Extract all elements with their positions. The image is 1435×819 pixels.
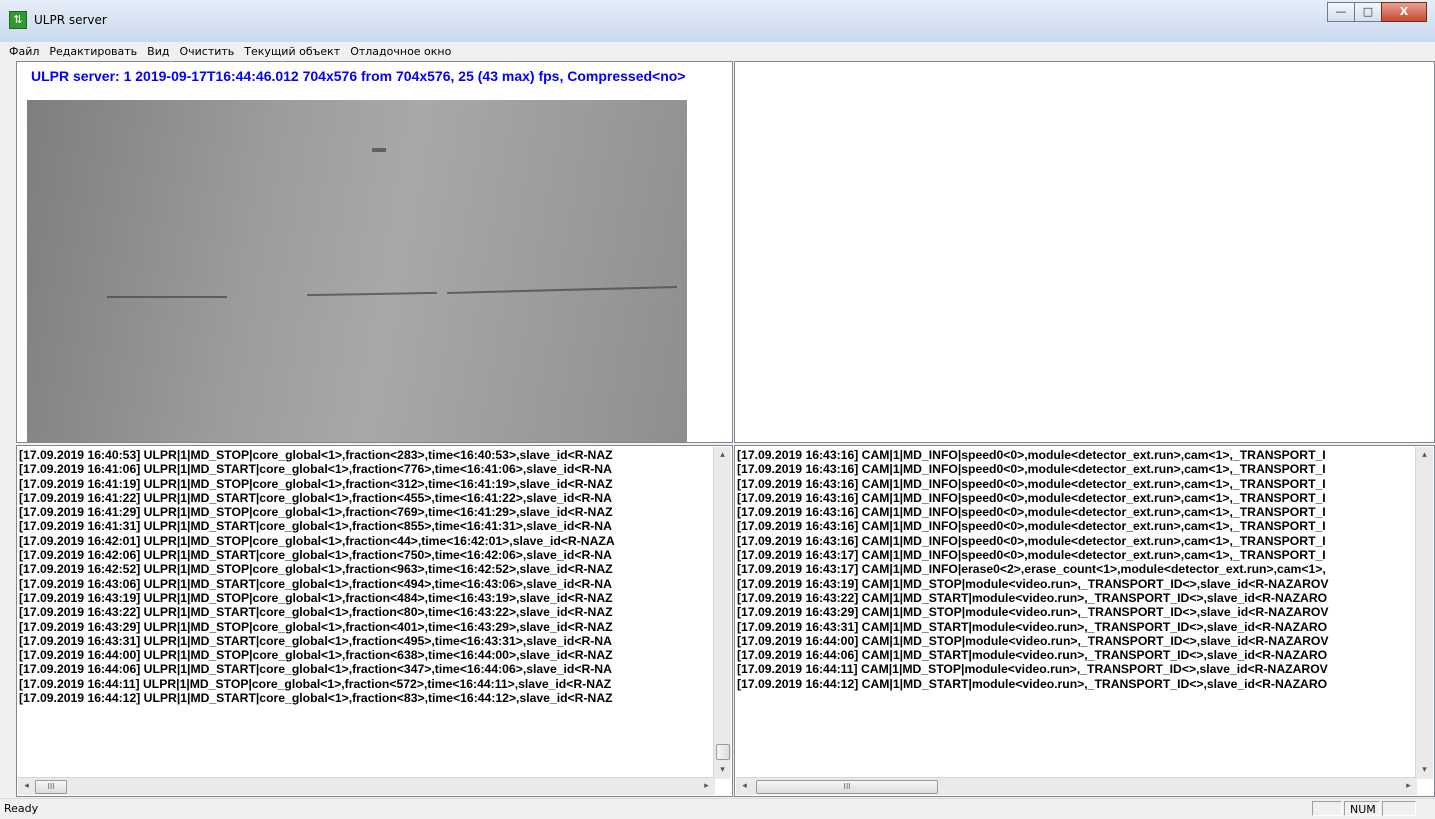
menu-bar: Файл Редактировать Вид Очистить Текущий … (0, 42, 1435, 60)
log-line: [17.09.2019 16:44:12] ULPR|1|MD_START|co… (19, 691, 613, 706)
log-line: [17.09.2019 16:44:11] ULPR|1|MD_STOP|cor… (19, 676, 612, 691)
log-line: [17.09.2019 16:44:12] CAM|1|MD_START|mod… (737, 676, 1328, 691)
scroll-up-arrow[interactable]: ▴ (1416, 447, 1433, 464)
road-crack (447, 285, 677, 295)
log-line: [17.09.2019 16:43:16] CAM|1|MD_INFO|spee… (737, 519, 1326, 534)
cam-log-pane[interactable]: [17.09.2019 16:43:16] CAM|1|MD_INFO|spee… (734, 445, 1435, 797)
video-pane: ULPR server: 1 2019-09-17T16:44:46.012 7… (16, 61, 733, 443)
status-panel-scroll (1382, 801, 1416, 816)
log-line: [17.09.2019 16:43:17] CAM|1|MD_INFO|spee… (737, 548, 1326, 563)
minimize-button[interactable]: — (1327, 2, 1355, 22)
ulpr-log-list: [17.09.2019 16:40:53] ULPR|1|MD_STOP|cor… (19, 448, 615, 705)
scroll-thumb[interactable]: III (35, 780, 67, 794)
log-line: [17.09.2019 16:43:31] ULPR|1|MD_START|co… (19, 633, 612, 648)
log-vertical-scrollbar[interactable]: ▴ ▾ (713, 447, 731, 779)
menu-file[interactable]: Файл (4, 45, 44, 58)
window-controls: — □ X (1327, 2, 1427, 22)
scroll-left-arrow[interactable]: ◂ (18, 778, 35, 795)
log-line: [17.09.2019 16:43:31] CAM|1|MD_START|mod… (737, 619, 1328, 634)
video-frame (27, 100, 687, 442)
log-line: [17.09.2019 16:42:01] ULPR|1|MD_STOP|cor… (19, 533, 615, 548)
log-horizontal-scrollbar[interactable]: ◂ III ▸ (18, 777, 715, 795)
log-line: [17.09.2019 16:44:06] CAM|1|MD_START|mod… (737, 648, 1328, 663)
log-line: [17.09.2019 16:42:52] ULPR|1|MD_STOP|cor… (19, 562, 613, 577)
menu-edit[interactable]: Редактировать (44, 45, 142, 58)
menu-view[interactable]: Вид (142, 45, 174, 58)
scroll-right-arrow[interactable]: ▸ (698, 778, 715, 795)
title-bar[interactable]: ⇅ ULPR server — □ X (0, 0, 1435, 43)
log-line: [17.09.2019 16:43:16] CAM|1|MD_INFO|spee… (737, 462, 1326, 477)
video-caption: ULPR server: 1 2019-09-17T16:44:46.012 7… (31, 68, 686, 84)
log-line: [17.09.2019 16:41:31] ULPR|1|MD_START|co… (19, 519, 612, 534)
road-crack (107, 296, 227, 298)
log-line: [17.09.2019 16:41:06] ULPR|1|MD_START|co… (19, 462, 612, 477)
status-panel-caps (1312, 801, 1342, 816)
app-icon: ⇅ (9, 11, 27, 29)
scroll-down-arrow[interactable]: ▾ (714, 762, 731, 779)
log-line: [17.09.2019 16:43:16] CAM|1|MD_INFO|spee… (737, 476, 1326, 491)
log-line: [17.09.2019 16:41:19] ULPR|1|MD_STOP|cor… (19, 476, 613, 491)
log-line: [17.09.2019 16:43:06] ULPR|1|MD_START|co… (19, 576, 612, 591)
log-line: [17.09.2019 16:43:29] CAM|1|MD_STOP|modu… (737, 605, 1329, 620)
scroll-down-arrow[interactable]: ▾ (1416, 762, 1433, 779)
menu-debug-window[interactable]: Отладочное окно (345, 45, 456, 58)
maximize-button[interactable]: □ (1354, 2, 1382, 22)
log-line: [17.09.2019 16:44:06] ULPR|1|MD_START|co… (19, 662, 612, 677)
ulpr-log-pane[interactable]: [17.09.2019 16:40:53] ULPR|1|MD_STOP|cor… (16, 445, 733, 797)
log-line: [17.09.2019 16:43:22] ULPR|1|MD_START|co… (19, 605, 613, 620)
log-line: [17.09.2019 16:43:29] ULPR|1|MD_STOP|cor… (19, 619, 613, 634)
log-line: [17.09.2019 16:43:16] CAM|1|MD_INFO|spee… (737, 533, 1326, 548)
log-line: [17.09.2019 16:43:16] CAM|1|MD_INFO|spee… (737, 505, 1326, 520)
status-bar: Ready NUM (0, 798, 1435, 819)
cam-log-list: [17.09.2019 16:43:16] CAM|1|MD_INFO|spee… (737, 448, 1328, 691)
log-horizontal-scrollbar[interactable]: ◂ III ▸ (736, 777, 1417, 795)
scroll-left-arrow[interactable]: ◂ (736, 778, 753, 795)
log-line: [17.09.2019 16:41:22] ULPR|1|MD_START|co… (19, 490, 612, 505)
secondary-video-pane (734, 61, 1435, 443)
window-title: ULPR server (34, 13, 107, 27)
log-line: [17.09.2019 16:43:19] CAM|1|MD_STOP|modu… (737, 576, 1329, 591)
log-line: [17.09.2019 16:42:06] ULPR|1|MD_START|co… (19, 548, 612, 563)
log-vertical-scrollbar[interactable]: ▴ ▾ (1415, 447, 1433, 779)
log-line: [17.09.2019 16:41:29] ULPR|1|MD_STOP|cor… (19, 505, 613, 520)
road-crack (306, 291, 438, 297)
scroll-thumb[interactable] (716, 744, 730, 760)
scroll-right-arrow[interactable]: ▸ (1400, 778, 1417, 795)
close-button[interactable]: X (1381, 2, 1427, 22)
log-line: [17.09.2019 16:44:11] CAM|1|MD_STOP|modu… (737, 662, 1328, 677)
menu-current-object[interactable]: Текущий объект (239, 45, 345, 58)
log-line: [17.09.2019 16:43:17] CAM|1|MD_INFO|eras… (737, 562, 1326, 577)
scroll-thumb[interactable]: III (756, 780, 938, 794)
log-line: [17.09.2019 16:44:00] ULPR|1|MD_STOP|cor… (19, 648, 613, 663)
log-line: [17.09.2019 16:44:00] CAM|1|MD_STOP|modu… (737, 633, 1329, 648)
log-line: [17.09.2019 16:43:16] CAM|1|MD_INFO|spee… (737, 448, 1326, 462)
menu-clear[interactable]: Очистить (174, 45, 239, 58)
log-line: [17.09.2019 16:43:22] CAM|1|MD_START|mod… (737, 590, 1328, 605)
log-line: [17.09.2019 16:43:16] CAM|1|MD_INFO|spee… (737, 490, 1326, 505)
status-text: Ready (4, 802, 39, 815)
status-panel-num: NUM (1344, 801, 1380, 816)
log-line: [17.09.2019 16:43:19] ULPR|1|MD_STOP|cor… (19, 590, 613, 605)
log-line: [17.09.2019 16:40:53] ULPR|1|MD_STOP|cor… (19, 448, 613, 462)
scroll-up-arrow[interactable]: ▴ (714, 447, 731, 464)
road-spot (372, 148, 386, 152)
